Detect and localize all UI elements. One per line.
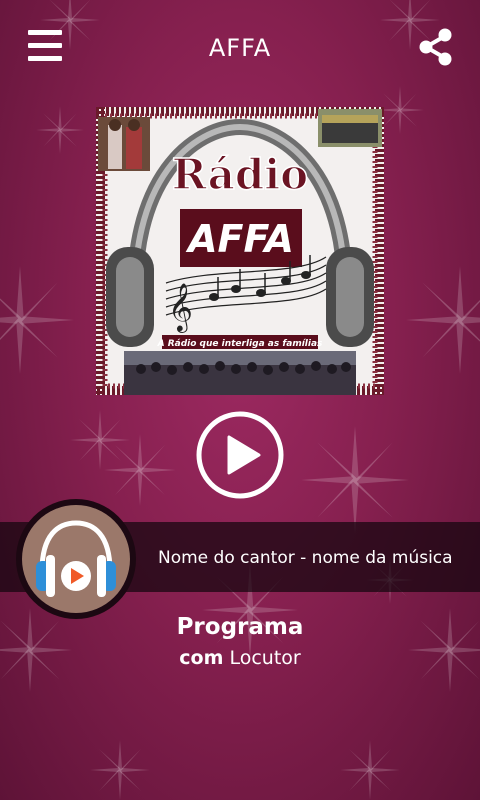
headphones-icon (36, 520, 116, 597)
cover-word-radio: Rádio (172, 150, 308, 199)
station-cover-art: Rádio AFFA 𝄞 A Rádio que interliga as fa… (96, 107, 384, 395)
cover-tagline: A Rádio que interliga as famílias (157, 339, 323, 349)
share-icon[interactable] (418, 28, 454, 66)
host-name: Locutor (229, 647, 301, 669)
program-title: Programa (176, 614, 304, 640)
play-icon (227, 435, 261, 475)
cover-word-affa: AFFA (185, 217, 294, 261)
host-line: com Locutor (0, 647, 480, 669)
track-info: Nome do cantor - nome da música (158, 548, 453, 568)
svg-text:𝄞: 𝄞 (168, 282, 193, 333)
avatar (22, 505, 130, 613)
app-header: AFFA (0, 0, 480, 96)
host-prefix: com (179, 647, 224, 669)
play-button[interactable] (195, 410, 285, 500)
app-title: AFFA (208, 34, 272, 62)
